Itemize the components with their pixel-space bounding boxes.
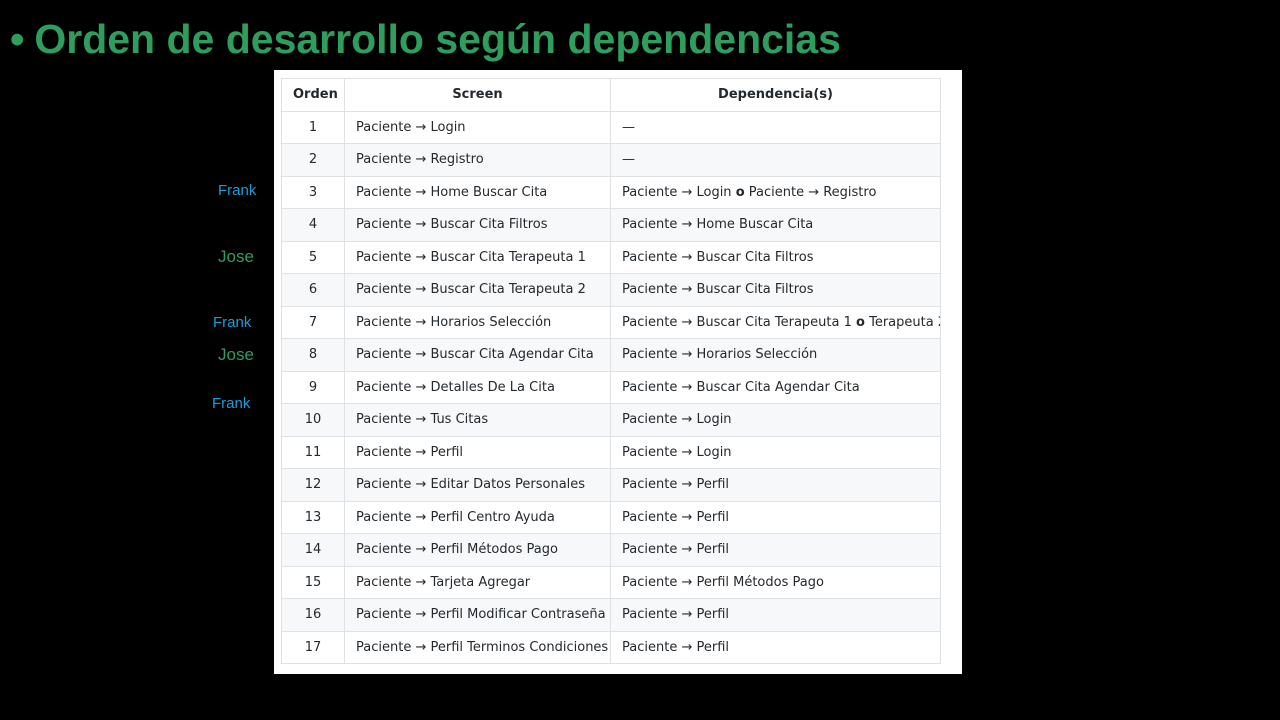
cell-dependency: Paciente → Buscar Cita Filtros: [610, 273, 941, 307]
table-row: 6 Paciente → Buscar Cita Terapeuta 2 Pac…: [281, 273, 941, 307]
cell-screen: Paciente → Perfil Centro Ayuda: [344, 500, 611, 534]
cell-order: 6: [281, 273, 345, 307]
table-row: 11 Paciente → Perfil Paciente → Login: [281, 435, 941, 469]
cell-order: 7: [281, 305, 345, 339]
table-header-row: Orden Screen Dependencia(s): [281, 78, 941, 112]
cell-order: 1: [281, 110, 345, 144]
table-row: 15 Paciente → Tarjeta Agregar Paciente →…: [281, 565, 941, 599]
cell-order: 4: [281, 208, 345, 242]
cell-screen: Paciente → Perfil Modificar Contraseña: [344, 598, 611, 632]
dependency-connector: o: [735, 184, 745, 200]
slide: • Orden de desarrollo según dependencias …: [0, 0, 1280, 720]
cell-screen: Paciente → Horarios Selección: [344, 305, 611, 339]
cell-dependency: Paciente → Perfil Métodos Pago: [610, 565, 941, 599]
table-card: Orden Screen Dependencia(s) 1 Paciente →…: [274, 70, 962, 674]
table-row: 17 Paciente → Perfil Terminos Condicione…: [281, 630, 941, 664]
cell-screen: Paciente → Tus Citas: [344, 403, 611, 437]
cell-screen: Paciente → Perfil Métodos Pago: [344, 533, 611, 567]
title-text: Orden de desarrollo según dependencias: [34, 16, 841, 62]
table-row: 1 Paciente → Login —: [281, 110, 941, 144]
table-row: 2 Paciente → Registro —: [281, 143, 941, 177]
cell-dependency: Paciente → Login: [610, 403, 941, 437]
cell-dependency: Paciente → Perfil: [610, 598, 941, 632]
cell-dependency: Paciente → Login: [610, 435, 941, 469]
cell-screen: Paciente → Detalles De La Cita: [344, 370, 611, 404]
cell-screen: Paciente → Perfil: [344, 435, 611, 469]
table-row: 12 Paciente → Editar Datos Personales Pa…: [281, 468, 941, 502]
cell-dependency: —: [610, 110, 941, 144]
cell-dependency: Paciente → Horarios Selección: [610, 338, 941, 372]
table-row: 8 Paciente → Buscar Cita Agendar Cita Pa…: [281, 338, 941, 372]
cell-order: 3: [281, 175, 345, 209]
table-row: 3 Paciente → Home Buscar Cita Paciente →…: [281, 175, 941, 209]
dependency-part: Paciente → Registro: [744, 184, 877, 200]
cell-order: 15: [281, 565, 345, 599]
dependency-part: Terapeuta 2: [864, 314, 941, 330]
slide-title: • Orden de desarrollo según dependencias: [10, 14, 841, 64]
assignee-label-frank: Frank: [218, 182, 257, 199]
cell-screen: Paciente → Perfil Terminos Condiciones: [344, 630, 611, 664]
cell-order: 14: [281, 533, 345, 567]
cell-dependency: Paciente → Buscar Cita Agendar Cita: [610, 370, 941, 404]
cell-order: 5: [281, 240, 345, 274]
cell-order: 2: [281, 143, 345, 177]
cell-order: 17: [281, 630, 345, 664]
table-row: 16 Paciente → Perfil Modificar Contraseñ…: [281, 598, 941, 632]
table-row: 13 Paciente → Perfil Centro Ayuda Pacien…: [281, 500, 941, 534]
cell-dependency: Paciente → Perfil: [610, 630, 941, 664]
cell-dependency: Paciente → Perfil: [610, 533, 941, 567]
cell-dependency: Paciente → Home Buscar Cita: [610, 208, 941, 242]
table-row: 14 Paciente → Perfil Métodos Pago Pacien…: [281, 533, 941, 567]
dependency-table: Orden Screen Dependencia(s) 1 Paciente →…: [281, 78, 941, 664]
cell-dependency: Paciente → Perfil: [610, 500, 941, 534]
assignee-label-jose: Jose: [218, 345, 254, 364]
cell-screen: Paciente → Buscar Cita Filtros: [344, 208, 611, 242]
cell-order: 13: [281, 500, 345, 534]
cell-screen: Paciente → Tarjeta Agregar: [344, 565, 611, 599]
cell-dependency: Paciente → Login o Paciente → Registro: [610, 175, 941, 209]
cell-order: 16: [281, 598, 345, 632]
dependency-connector: o: [856, 314, 865, 330]
cell-screen: Paciente → Editar Datos Personales: [344, 468, 611, 502]
cell-dependency: —: [610, 143, 941, 177]
cell-order: 12: [281, 468, 345, 502]
header-screen: Screen: [344, 78, 611, 112]
table-row: 10 Paciente → Tus Citas Paciente → Login: [281, 403, 941, 437]
cell-dependency: Paciente → Perfil: [610, 468, 941, 502]
dependency-part: Paciente → Buscar Cita Terapeuta 1: [622, 314, 857, 330]
cell-order: 11: [281, 435, 345, 469]
table-row: 4 Paciente → Buscar Cita Filtros Pacient…: [281, 208, 941, 242]
cell-screen: Paciente → Login: [344, 110, 611, 144]
table-row: 5 Paciente → Buscar Cita Terapeuta 1 Pac…: [281, 240, 941, 274]
assignee-label-jose: Jose: [218, 247, 254, 266]
dependency-part: Paciente → Login: [622, 184, 736, 200]
table-row: 7 Paciente → Horarios Selección Paciente…: [281, 305, 941, 339]
title-bullet: •: [10, 16, 25, 62]
cell-screen: Paciente → Buscar Cita Agendar Cita: [344, 338, 611, 372]
header-orden: Orden: [281, 78, 345, 112]
table-row: 9 Paciente → Detalles De La Cita Pacient…: [281, 370, 941, 404]
cell-screen: Paciente → Buscar Cita Terapeuta 1: [344, 240, 611, 274]
cell-order: 10: [281, 403, 345, 437]
header-dependencias: Dependencia(s): [610, 78, 941, 112]
cell-order: 9: [281, 370, 345, 404]
assignee-label-frank: Frank: [213, 314, 252, 331]
cell-dependency: Paciente → Buscar Cita Filtros: [610, 240, 941, 274]
cell-screen: Paciente → Buscar Cita Terapeuta 2: [344, 273, 611, 307]
assignee-label-frank: Frank: [212, 395, 251, 412]
cell-order: 8: [281, 338, 345, 372]
cell-dependency: Paciente → Buscar Cita Terapeuta 1 o Ter…: [610, 305, 941, 339]
cell-screen: Paciente → Home Buscar Cita: [344, 175, 611, 209]
cell-screen: Paciente → Registro: [344, 143, 611, 177]
